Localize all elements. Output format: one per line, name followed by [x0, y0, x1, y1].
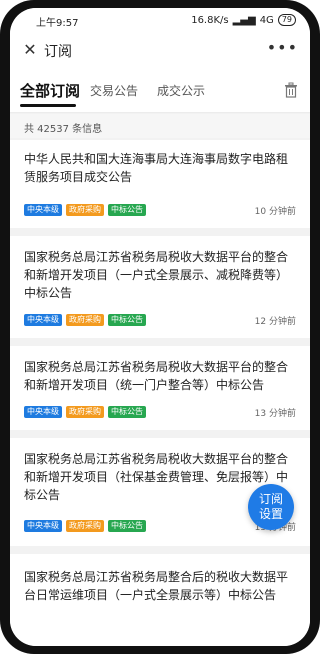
tag-central: 中央本级	[24, 406, 62, 418]
list-item[interactable]: 国家税务总局江苏省税务局税收大数据平台的整合和新增开发项目（一户式全景展示、减税…	[10, 236, 310, 338]
tag-procurement: 政府采购	[66, 204, 104, 216]
tag-central: 中央本级	[24, 204, 62, 216]
tag-award-notice: 中标公告	[108, 204, 146, 216]
close-icon[interactable]: ✕	[20, 40, 40, 60]
item-title: 国家税务总局江苏省税务局税收大数据平台的整合和新增开发项目（统一门户整合等）中标…	[24, 360, 289, 392]
network-speed: 16.8K/s	[191, 14, 229, 26]
item-title: 国家税务总局江苏省税务局整合后的税收大数据平台日常运维项目（一户式全景展示等）中…	[24, 570, 289, 602]
list-item[interactable]: 国家税务总局江苏省税务局整合后的税收大数据平台日常运维项目（一户式全景展示等）中…	[10, 554, 310, 646]
tag-award-notice: 中标公告	[108, 406, 146, 418]
result-count-bar: 共 42537 条信息	[10, 114, 310, 138]
tag-central: 中央本级	[24, 520, 62, 532]
page-title: 订阅	[44, 44, 72, 60]
tab-all-subscriptions[interactable]: 全部订阅	[20, 80, 80, 101]
status-right: 16.8K/s ▂▄▆ 4G 79	[191, 14, 296, 26]
item-title: 中华人民共和国大连海事局大连海事局数字电路租赁服务项目成交公告	[24, 152, 289, 184]
active-tab-indicator	[20, 104, 76, 107]
item-time: 13 分钟前	[254, 409, 296, 419]
status-time: 上午9:57	[36, 18, 79, 29]
item-tags: 中央本级 政府采购 中标公告	[24, 314, 146, 326]
item-time: 10 分钟前	[254, 207, 296, 217]
tab-bar: 全部订阅 交易公告 成交公示	[10, 68, 310, 113]
tag-procurement: 政府采购	[66, 520, 104, 532]
item-tags: 中央本级 政府采购 中标公告	[24, 204, 146, 216]
tag-procurement: 政府采购	[66, 314, 104, 326]
item-tags: 中央本级 政府采购 中标公告	[24, 406, 146, 418]
more-icon[interactable]: •••	[267, 38, 298, 57]
tag-procurement: 政府采购	[66, 406, 104, 418]
network-type: 4G	[259, 14, 274, 26]
tab-deal-announcements[interactable]: 成交公示	[157, 82, 205, 99]
item-title: 国家税务总局江苏省税务局税收大数据平台的整合和新增开发项目（一户式全景展示、减税…	[24, 250, 289, 300]
battery-icon: 79	[277, 14, 296, 26]
tag-award-notice: 中标公告	[108, 520, 146, 532]
title-bar: ✕ 订阅 •••	[10, 32, 310, 68]
item-tags: 中央本级 政府采购 中标公告	[24, 520, 146, 532]
list-item[interactable]: 中华人民共和国大连海事局大连海事局数字电路租赁服务项目成交公告 中央本级 政府采…	[10, 140, 310, 228]
phone-frame: 上午9:57 16.8K/s ▂▄▆ 4G 79 ✕ 订阅 ••• 全部订阅 交…	[0, 0, 320, 654]
subscription-settings-button[interactable]: 订阅设置	[248, 484, 294, 530]
tag-award-notice: 中标公告	[108, 314, 146, 326]
result-count: 共 42537 条信息	[24, 124, 103, 135]
subscription-settings-label: 订阅设置	[258, 492, 283, 521]
list-item[interactable]: 国家税务总局江苏省税务局税收大数据平台的整合和新增开发项目（统一门户整合等）中标…	[10, 346, 310, 430]
item-time: 12 分钟前	[254, 317, 296, 327]
status-bar: 上午9:57 16.8K/s ▂▄▆ 4G 79	[10, 8, 310, 32]
screen: 上午9:57 16.8K/s ▂▄▆ 4G 79 ✕ 订阅 ••• 全部订阅 交…	[10, 8, 310, 646]
tab-trade-notices[interactable]: 交易公告	[90, 82, 138, 99]
trash-icon[interactable]	[284, 82, 298, 98]
signal-icon: ▂▄▆	[232, 14, 256, 26]
tag-central: 中央本级	[24, 314, 62, 326]
